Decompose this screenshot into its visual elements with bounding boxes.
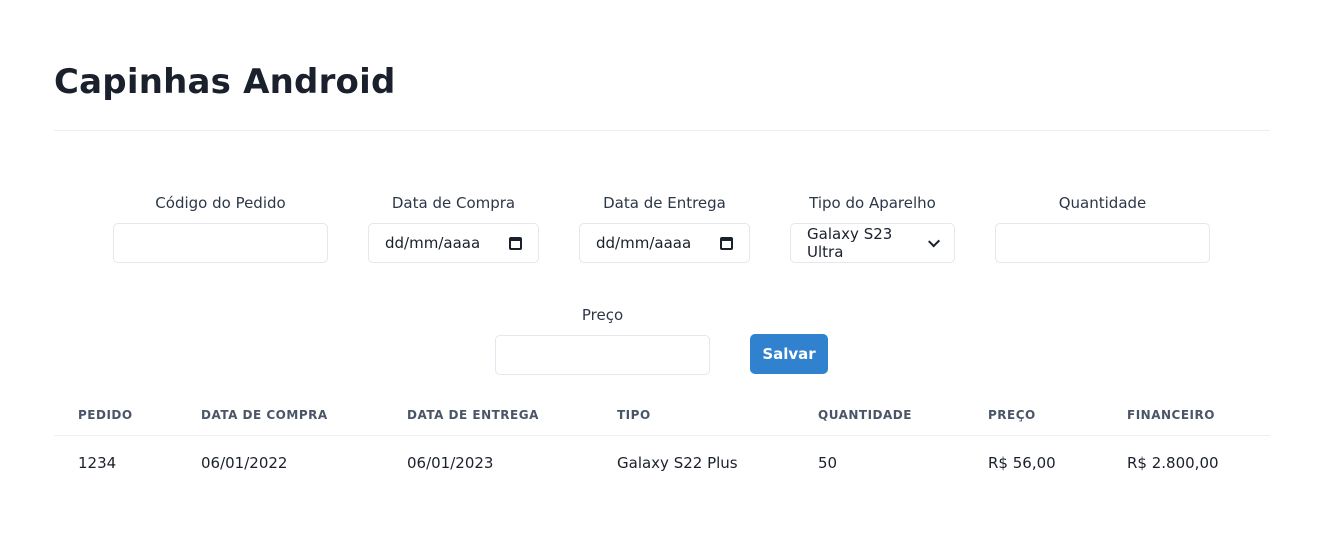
- orders-table: PEDIDO DATA DE COMPRA DATA DE ENTREGA TI…: [54, 395, 1270, 490]
- data-entrega-value: dd/mm/aaaa: [596, 234, 692, 252]
- preco-label: Preço: [581, 306, 624, 324]
- page-title: Capinhas Android: [54, 62, 396, 102]
- data-compra-input[interactable]: dd/mm/aaaa: [368, 223, 539, 263]
- cell-data-compra: 06/01/2022: [201, 454, 288, 472]
- calendar-icon[interactable]: [720, 236, 733, 250]
- column-header-financeiro[interactable]: FINANCEIRO: [1127, 395, 1270, 436]
- table-row[interactable]: 1234 06/01/2022 06/01/2023 Galaxy S22 Pl…: [54, 436, 1270, 491]
- preco-input[interactable]: [495, 335, 710, 375]
- codigo-label: Código do Pedido: [155, 194, 286, 212]
- tipo-value: Galaxy S23 Ultra: [807, 225, 893, 261]
- column-header-pedido[interactable]: PEDIDO: [54, 395, 201, 436]
- quantidade-field: Quantidade: [995, 193, 1210, 263]
- table-header-row: PEDIDO DATA DE COMPRA DATA DE ENTREGA TI…: [54, 395, 1270, 436]
- tipo-label: Tipo do Aparelho: [809, 194, 936, 212]
- codigo-field: Código do Pedido: [113, 193, 328, 263]
- cell-quantidade: 50: [818, 454, 838, 472]
- data-entrega-field: Data de Entrega dd/mm/aaaa: [579, 193, 750, 263]
- quantidade-input[interactable]: [995, 223, 1210, 263]
- codigo-input[interactable]: [113, 223, 328, 263]
- save-button[interactable]: Salvar: [750, 334, 828, 374]
- data-entrega-input[interactable]: dd/mm/aaaa: [579, 223, 750, 263]
- column-header-data-compra[interactable]: DATA DE COMPRA: [201, 395, 407, 436]
- column-header-tipo[interactable]: TIPO: [617, 395, 818, 436]
- data-compra-label: Data de Compra: [391, 194, 516, 212]
- chevron-down-icon: [927, 234, 940, 248]
- cell-preco: R$ 56,00: [988, 454, 1056, 472]
- quantidade-label: Quantidade: [1058, 194, 1147, 212]
- data-compra-value: dd/mm/aaaa: [385, 234, 481, 252]
- column-header-data-entrega[interactable]: DATA DE ENTREGA: [407, 395, 617, 436]
- column-header-quantidade[interactable]: QUANTIDADE: [818, 395, 988, 436]
- page: Capinhas Android Código do Pedido Data d…: [0, 0, 1338, 545]
- header-divider: [54, 130, 1270, 131]
- cell-data-entrega: 06/01/2023: [407, 454, 494, 472]
- tipo-select[interactable]: Galaxy S23 Ultra: [790, 223, 955, 263]
- cell-tipo: Galaxy S22 Plus: [617, 454, 738, 472]
- data-entrega-label: Data de Entrega: [603, 194, 726, 212]
- cell-pedido: 1234: [78, 454, 117, 472]
- column-header-preco[interactable]: PREÇO: [988, 395, 1127, 436]
- preco-field: Preço: [495, 305, 710, 375]
- cell-financeiro: R$ 2.800,00: [1127, 454, 1219, 472]
- data-compra-field: Data de Compra dd/mm/aaaa: [368, 193, 539, 263]
- tipo-field: Tipo do Aparelho Galaxy S23 Ultra: [790, 193, 955, 263]
- calendar-icon[interactable]: [509, 236, 522, 250]
